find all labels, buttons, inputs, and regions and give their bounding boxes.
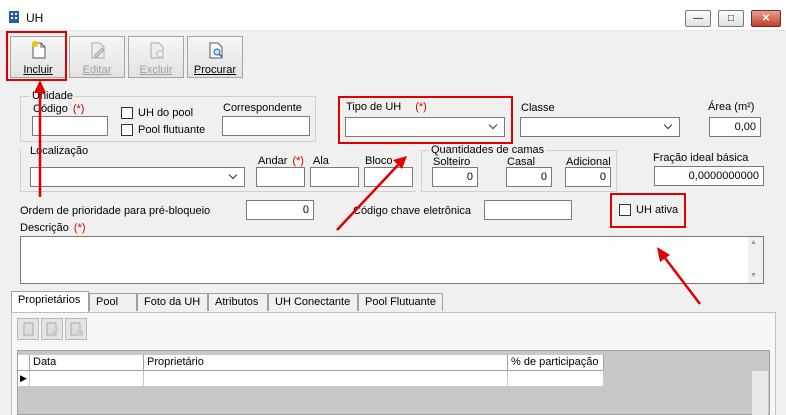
arrow-to-uh-ativa-head	[657, 247, 670, 262]
arrow-to-uh-ativa	[664, 257, 701, 305]
arrow-to-incluir-head	[34, 80, 46, 93]
arrow-to-tipo-uh	[336, 164, 399, 231]
annotation-arrows	[34, 80, 701, 305]
